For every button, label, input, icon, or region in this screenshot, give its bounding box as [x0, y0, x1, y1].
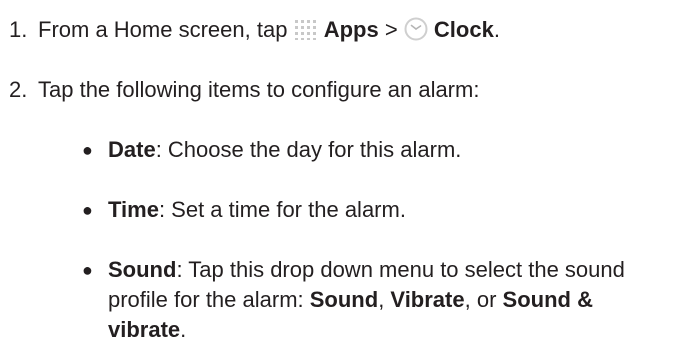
clock-icon: [404, 17, 428, 49]
bullet-item-time: ● Time: Set a time for the alarm.: [0, 195, 678, 225]
bullet-item-date: ● Date: Choose the day for this alarm.: [0, 135, 678, 165]
clock-label: Clock: [433, 17, 494, 42]
bullet-dot: ●: [82, 200, 93, 220]
option-separator: , or: [464, 287, 497, 312]
step-1-end: .: [493, 17, 500, 42]
step-text: From a Home screen, tap Apps > Clock.: [38, 15, 500, 49]
step-text: Tap the following items to configure an …: [38, 77, 480, 102]
bullet-text: Sound: Tap this drop down menu to select…: [108, 255, 673, 345]
step-number: 2.: [9, 77, 28, 102]
bullet-dot: ●: [82, 140, 93, 160]
bullet-end: .: [180, 317, 187, 342]
step-number: 1.: [9, 17, 28, 42]
menu-separator: >: [384, 17, 398, 42]
bullet-term: Sound: [108, 257, 177, 282]
step-1-pre-text: From a Home screen, tap: [38, 17, 288, 42]
step-2: 2. Tap the following items to configure …: [0, 75, 678, 105]
option-vibrate: Vibrate: [390, 287, 465, 312]
apps-label: Apps: [323, 17, 379, 42]
bullet-item-sound: ● Sound: Tap this drop down menu to sele…: [0, 255, 678, 345]
option-sound: Sound: [309, 287, 379, 312]
apps-grid-icon: [294, 19, 318, 49]
bullet-text: Date: Choose the day for this alarm.: [108, 135, 461, 165]
bullet-desc: : Set a time for the alarm.: [158, 197, 406, 222]
bullet-desc: : Choose the day for this alarm.: [155, 137, 462, 162]
instruction-page: { "steps": [ { "number": "1.", "pre": "F…: [0, 0, 678, 342]
option-separator: ,: [378, 287, 391, 312]
bullet-term: Time: [108, 197, 159, 222]
bullet-text: Time: Set a time for the alarm.: [108, 195, 406, 225]
bullet-term: Date: [108, 137, 156, 162]
step-1: 1. From a Home screen, tap Apps > Clock.: [0, 15, 678, 45]
bullet-dot: ●: [82, 260, 93, 280]
